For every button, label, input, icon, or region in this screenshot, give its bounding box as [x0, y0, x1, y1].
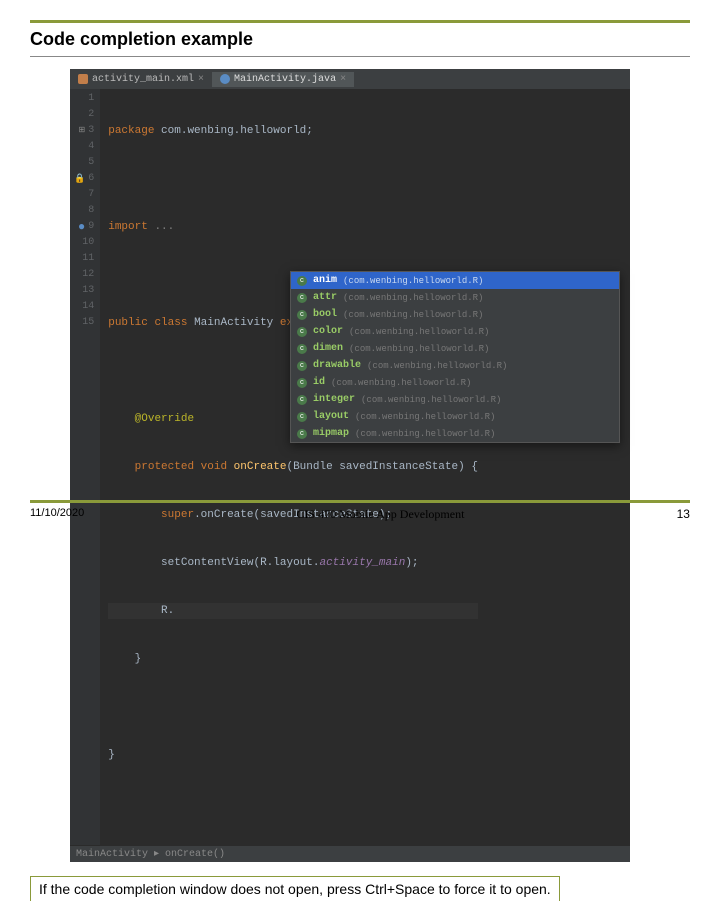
- slide-note: If the code completion window does not o…: [30, 876, 560, 901]
- completion-item[interactable]: ccolor(com.wenbing.helloworld.R): [291, 323, 619, 340]
- completion-item[interactable]: cbool(com.wenbing.helloworld.R): [291, 306, 619, 323]
- fold-icon[interactable]: ⊞: [79, 123, 86, 139]
- tab-label: MainActivity.java: [234, 74, 336, 85]
- tab-activity-main[interactable]: activity_main.xml ×: [70, 72, 212, 87]
- class-icon: c: [297, 361, 307, 371]
- breadcrumb[interactable]: MainActivity ▸ onCreate(): [70, 845, 630, 862]
- class-icon: c: [297, 344, 307, 354]
- class-icon: c: [297, 327, 307, 337]
- override-icon[interactable]: ●: [78, 219, 85, 235]
- completion-popup[interactable]: canim(com.wenbing.helloworld.R) cattr(co…: [290, 271, 620, 443]
- slide-footer: 11/10/2020 CIS 470 Mobile App Developmen…: [30, 500, 690, 522]
- class-icon: c: [297, 276, 307, 286]
- lock-icon: 🔒: [74, 171, 85, 187]
- completion-item[interactable]: canim(com.wenbing.helloworld.R): [291, 272, 619, 289]
- completion-item[interactable]: cdimen(com.wenbing.helloworld.R): [291, 340, 619, 357]
- class-icon: c: [297, 395, 307, 405]
- footer-course: CIS 470 Mobile App Development: [296, 507, 464, 522]
- class-icon: c: [297, 378, 307, 388]
- code-editor[interactable]: package com.wenbing.helloworld; import .…: [100, 89, 478, 845]
- completion-item[interactable]: cdrawable(com.wenbing.helloworld.R): [291, 357, 619, 374]
- footer-date: 11/10/2020: [30, 507, 84, 522]
- class-icon: c: [297, 429, 307, 439]
- line-gutter: 1 2 ⊞3 4 5 🔒6 7 8 ●9 10 11 12 13 14 15: [70, 89, 100, 845]
- class-icon: c: [297, 310, 307, 320]
- ide-screenshot: activity_main.xml × MainActivity.java × …: [70, 69, 630, 862]
- class-icon: c: [297, 293, 307, 303]
- tab-label: activity_main.xml: [92, 74, 194, 85]
- completion-item[interactable]: cid(com.wenbing.helloworld.R): [291, 374, 619, 391]
- java-file-icon: [220, 74, 230, 84]
- xml-file-icon: [78, 74, 88, 84]
- completion-item[interactable]: cattr(com.wenbing.helloworld.R): [291, 289, 619, 306]
- completion-item[interactable]: clayout(com.wenbing.helloworld.R): [291, 408, 619, 425]
- completion-item[interactable]: cmipmap(com.wenbing.helloworld.R): [291, 425, 619, 442]
- tab-main-activity[interactable]: MainActivity.java ×: [212, 72, 354, 87]
- close-icon[interactable]: ×: [198, 74, 204, 85]
- footer-page: 13: [677, 507, 690, 522]
- editor-tabs: activity_main.xml × MainActivity.java ×: [70, 69, 630, 89]
- class-icon: c: [297, 412, 307, 422]
- close-icon[interactable]: ×: [340, 74, 346, 85]
- slide-title: Code completion example: [30, 25, 690, 57]
- completion-item[interactable]: cinteger(com.wenbing.helloworld.R): [291, 391, 619, 408]
